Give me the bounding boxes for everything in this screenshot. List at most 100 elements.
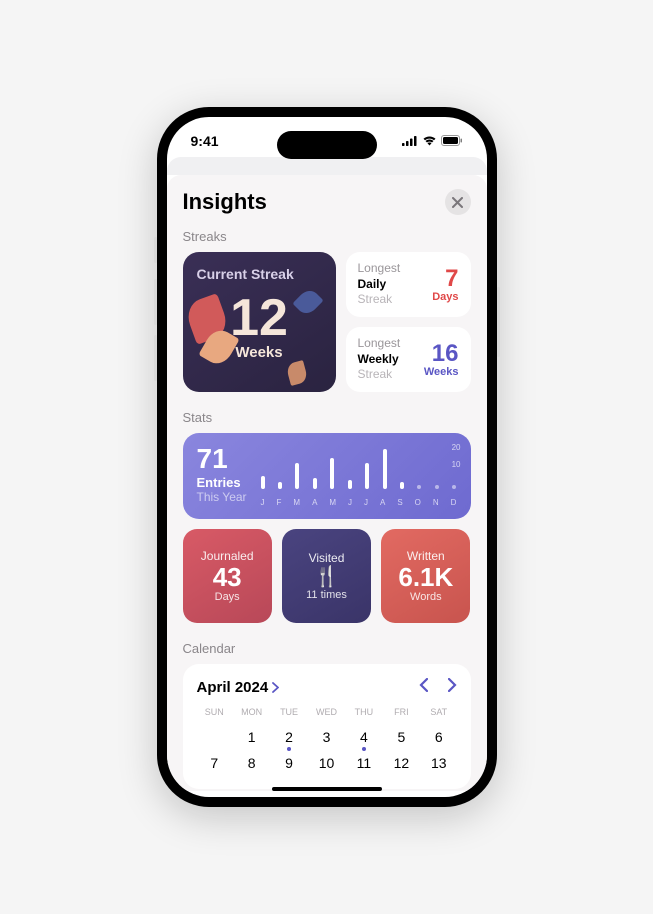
- calendar-day-header: FRI: [384, 707, 419, 723]
- visited-value: 11 times: [292, 589, 361, 601]
- petal-decoration: [285, 360, 308, 386]
- cellular-icon: [402, 133, 418, 149]
- fork-knife-icon: 🍴: [292, 567, 361, 587]
- calendar-day-cell[interactable]: 1: [234, 725, 269, 749]
- journaled-value: 43: [193, 563, 262, 592]
- current-streak-label: Current Streak: [197, 266, 322, 282]
- wifi-icon: [422, 133, 437, 149]
- longest-weekly-value: 16: [424, 342, 459, 366]
- calendar-day-header: SAT: [421, 707, 456, 723]
- calendar-day-cell[interactable]: 5: [384, 725, 419, 749]
- current-streak-value: 12: [197, 292, 322, 344]
- calendar-day-cell[interactable]: 8: [234, 751, 269, 775]
- chart-bar: [383, 449, 387, 489]
- chart-scale-10: 10: [452, 460, 461, 469]
- calendar-day-cell: [197, 725, 232, 749]
- page-title: Insights: [183, 189, 267, 215]
- calendar-day-cell[interactable]: 2: [271, 725, 306, 749]
- calendar-day-header: TUE: [271, 707, 306, 723]
- chart-bar: [261, 476, 265, 489]
- longest-daily-l3: Streak: [358, 292, 401, 308]
- longest-daily-l2: Daily: [358, 277, 401, 293]
- written-value: 6.1K: [391, 563, 460, 592]
- calendar-day-cell[interactable]: 11: [346, 751, 381, 775]
- longest-weekly-l3: Streak: [358, 367, 401, 383]
- calendar-card: April 2024 SUNMONTUEWEDTHUFRISAT12345678…: [183, 664, 471, 789]
- chart-bar: [278, 482, 282, 489]
- longest-daily-value: 7: [432, 267, 458, 291]
- calendar-prev-button[interactable]: [419, 678, 428, 697]
- chart-scale-20: 20: [452, 443, 461, 452]
- battery-icon: [441, 133, 463, 149]
- visited-label: Visited: [292, 551, 361, 565]
- chart-bar: [452, 485, 456, 489]
- chart-month-label: D: [451, 498, 457, 507]
- chart-bar: [348, 480, 352, 489]
- calendar-day-cell[interactable]: 6: [421, 725, 456, 749]
- chart-bar: [313, 478, 317, 489]
- chart-bar: [435, 485, 439, 489]
- longest-daily-unit: Days: [432, 291, 458, 303]
- entries-value: 71: [197, 445, 247, 473]
- section-streaks-label: Streaks: [183, 229, 471, 244]
- calendar-day-header: MON: [234, 707, 269, 723]
- written-label: Written: [391, 549, 460, 563]
- chart-bar: [365, 463, 369, 489]
- calendar-day-cell[interactable]: 13: [421, 751, 456, 775]
- calendar-day-header: THU: [346, 707, 381, 723]
- longest-daily-l1: Longest: [358, 261, 401, 277]
- calendar-day-cell[interactable]: 3: [309, 725, 344, 749]
- calendar-month-button[interactable]: April 2024: [197, 679, 280, 696]
- calendar-day-header: WED: [309, 707, 344, 723]
- chart-bar: [400, 482, 404, 489]
- chevron-left-icon: [419, 678, 428, 692]
- longest-daily-card[interactable]: Longest Daily Streak 7 Days: [346, 252, 471, 317]
- chart-month-label: F: [277, 498, 282, 507]
- calendar-day-cell[interactable]: 7: [197, 751, 232, 775]
- entries-label: Entries: [197, 475, 247, 490]
- chart-month-label: S: [397, 498, 402, 507]
- longest-weekly-unit: Weeks: [424, 366, 459, 378]
- longest-weekly-l2: Weekly: [358, 352, 401, 368]
- longest-weekly-card[interactable]: Longest Weekly Streak 16 Weeks: [346, 327, 471, 392]
- close-icon: [452, 197, 463, 208]
- chart-bar: [417, 485, 421, 489]
- chart-month-label: M: [329, 498, 336, 507]
- entries-chart: 20 10 JFMAMJJASOND: [261, 445, 457, 507]
- calendar-day-cell[interactable]: 4: [346, 725, 381, 749]
- sheet-behind: [167, 157, 487, 175]
- section-stats-label: Stats: [183, 410, 471, 425]
- calendar-next-button[interactable]: [448, 678, 457, 697]
- calendar-day-cell[interactable]: 9: [271, 751, 306, 775]
- chart-month-label: A: [312, 498, 317, 507]
- calendar-month-label: April 2024: [197, 679, 269, 696]
- calendar-day-header: SUN: [197, 707, 232, 723]
- written-card[interactable]: Written 6.1K Words: [381, 529, 470, 623]
- entries-sub: This Year: [197, 490, 247, 504]
- current-streak-card[interactable]: Current Streak 12 Weeks: [183, 252, 336, 392]
- chevron-right-icon: [448, 678, 457, 692]
- dynamic-island: [277, 131, 377, 159]
- entries-card[interactable]: 71 Entries This Year 20 10 JFMAMJJASOND: [183, 433, 471, 519]
- chart-month-label: N: [433, 498, 439, 507]
- chart-bar: [295, 463, 299, 489]
- chevron-right-icon: [272, 682, 279, 693]
- chart-month-label: J: [261, 498, 265, 507]
- chart-month-label: J: [364, 498, 368, 507]
- visited-card[interactable]: Visited 🍴 11 times: [282, 529, 371, 623]
- section-calendar-label: Calendar: [183, 641, 471, 656]
- close-button[interactable]: [445, 189, 471, 215]
- journaled-card[interactable]: Journaled 43 Days: [183, 529, 272, 623]
- status-time: 9:41: [191, 133, 219, 149]
- home-indicator[interactable]: [272, 787, 382, 791]
- chart-month-label: A: [380, 498, 385, 507]
- calendar-day-cell[interactable]: 10: [309, 751, 344, 775]
- current-streak-unit: Weeks: [197, 344, 322, 361]
- journaled-label: Journaled: [193, 549, 262, 563]
- chart-month-label: J: [348, 498, 352, 507]
- calendar-day-cell[interactable]: 12: [384, 751, 419, 775]
- written-unit: Words: [391, 591, 460, 603]
- chart-month-label: O: [415, 498, 421, 507]
- chart-bar: [330, 458, 334, 489]
- journaled-unit: Days: [193, 591, 262, 603]
